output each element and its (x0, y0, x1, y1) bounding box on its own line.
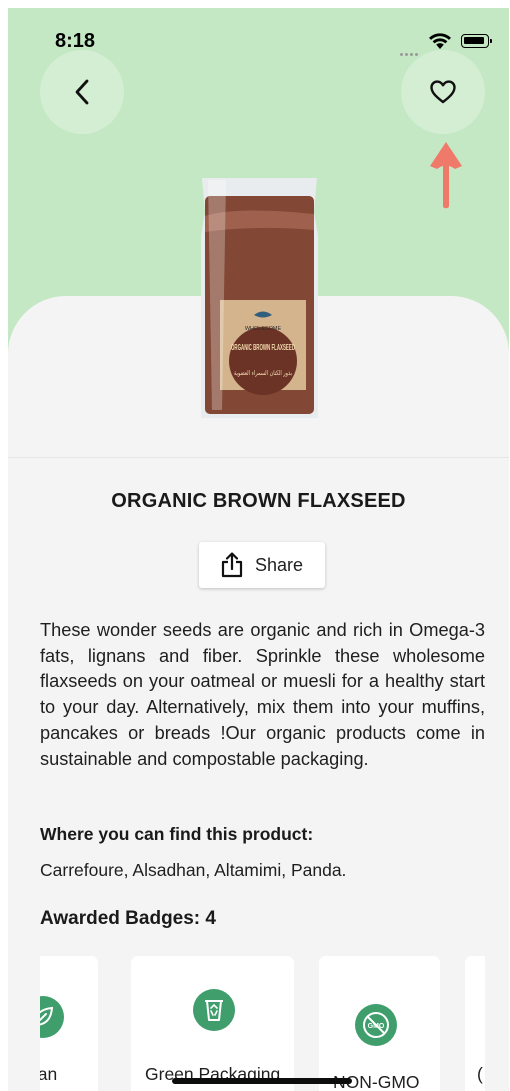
package-label-ar: بذور الكتان السمراء العضوية (234, 369, 292, 377)
divider (8, 457, 509, 458)
svg-text:GMO: GMO (368, 1023, 385, 1030)
badge-card-vegan[interactable]: gan (40, 956, 98, 1091)
product-image: WHOLESOME ORGANIC BROWN FLAXSEED بذور ال… (201, 178, 318, 418)
heart-icon (430, 80, 456, 104)
package-label-en: ORGANIC BROWN FLAXSEED (231, 343, 295, 352)
badge-label: gan (40, 1064, 58, 1084)
badges-title: Awarded Badges: 4 (40, 908, 216, 929)
badge-label: ( (477, 1064, 483, 1084)
back-button[interactable] (40, 50, 124, 134)
badge-card-partial[interactable]: ( (465, 956, 485, 1091)
wifi-icon (429, 33, 451, 49)
badge-card-green-packaging[interactable]: Green Packaging (131, 956, 294, 1091)
screen: 8:18 WHOLESOME ORGANIC BROWN FLAXSEED بذ… (8, 8, 509, 1091)
where-to-find-title: Where you can find this product: (40, 824, 314, 844)
chevron-left-icon (75, 79, 89, 105)
badge-card-non-gmo[interactable]: GMO NON-GMO (319, 956, 440, 1091)
package-brand: WHOLESOME (245, 326, 282, 332)
share-button[interactable]: Share (199, 542, 325, 588)
gmo-free-icon: GMO (355, 1004, 397, 1046)
home-indicator[interactable] (172, 1078, 352, 1084)
recycle-bin-icon (193, 989, 235, 1031)
store-list: Carrefoure, Alsadhan, Altamimi, Panda. (40, 860, 347, 880)
favorite-button[interactable] (401, 50, 485, 134)
battery-icon (461, 34, 492, 48)
badges-carousel[interactable]: gan Green Packaging GMO NON-GMO ( (40, 956, 485, 1091)
product-title: ORGANIC BROWN FLAXSEED (111, 490, 406, 512)
share-icon (221, 552, 243, 578)
share-label: Share (254, 554, 304, 575)
leaf-icon (40, 996, 64, 1038)
product-description: These wonder seeds are organic and rich … (40, 620, 485, 769)
pointer-arrow-icon (430, 142, 462, 209)
signal-icon (400, 43, 422, 56)
